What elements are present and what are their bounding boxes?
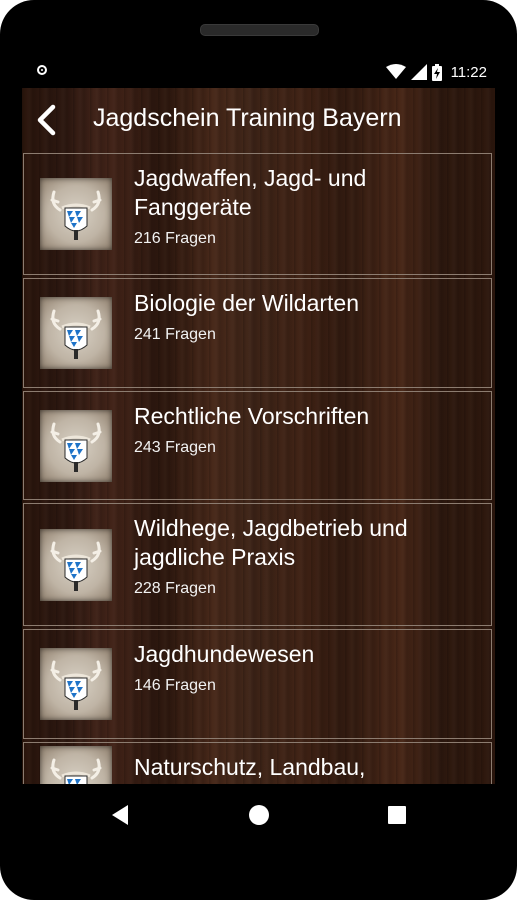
category-thumbnail xyxy=(40,648,112,720)
bavaria-crest-icon xyxy=(50,422,102,472)
category-item[interactable]: Naturschutz, Landbau, xyxy=(23,742,492,784)
category-text: Biologie der Wildarten 241 Fragen xyxy=(134,289,483,344)
category-item[interactable]: Wildhege, Jagdbetrieb und jagdliche Prax… xyxy=(23,503,492,626)
status-bar: 11:22 xyxy=(22,56,495,88)
phone-frame: 11:22 Jagdschein Training Bayern Jagdwaf… xyxy=(0,0,517,900)
category-count: 146 Fragen xyxy=(134,677,216,694)
category-text: Rechtliche Vorschriften 243 Fragen xyxy=(134,402,483,457)
nav-back-button[interactable] xyxy=(105,800,135,830)
bavaria-crest-icon xyxy=(50,309,102,359)
category-title: Jagdhundewesen xyxy=(134,641,315,667)
category-title: Rechtliche Vorschriften xyxy=(134,403,370,429)
wifi-icon xyxy=(385,64,406,79)
back-button[interactable] xyxy=(26,100,66,140)
category-count: 216 Fragen xyxy=(134,230,216,247)
category-count: 228 Fragen xyxy=(134,580,216,597)
phone-speaker xyxy=(200,24,319,36)
category-item[interactable]: Jagdwaffen, Jagd- und Fanggeräte 216 Frag… xyxy=(23,153,492,275)
category-thumbnail xyxy=(40,746,112,784)
back-triangle-icon xyxy=(112,805,128,825)
category-item[interactable]: Rechtliche Vorschriften 243 Fragen xyxy=(23,391,492,500)
battery-charging-icon xyxy=(431,63,442,81)
recents-square-icon xyxy=(388,806,406,824)
category-thumbnail xyxy=(40,297,112,369)
signal-icon xyxy=(410,64,427,80)
bavaria-crest-icon xyxy=(50,190,102,240)
category-list: Jagdwaffen, Jagd- und Fanggeräte 216 Frag… xyxy=(22,153,495,784)
category-thumbnail xyxy=(40,178,112,250)
page-title: Jagdschein Training Bayern xyxy=(93,104,402,132)
system-nav-bar xyxy=(0,784,517,846)
category-text: Naturschutz, Landbau, xyxy=(134,753,483,784)
nav-recents-button[interactable] xyxy=(382,800,412,830)
category-text: Jagdwaffen, Jagd- und Fanggeräte 216 Frag… xyxy=(134,164,483,248)
home-circle-icon xyxy=(249,805,269,825)
status-icons: 11:22 xyxy=(385,62,487,82)
chevron-left-icon xyxy=(37,104,56,136)
bavaria-crest-icon xyxy=(50,758,102,784)
app-bar: Jagdschein Training Bayern xyxy=(22,88,495,152)
category-text: Wildhege, Jagdbetrieb und jagdliche Prax… xyxy=(134,514,483,598)
wood-background: Jagdschein Training Bayern Jagdwaffen, J… xyxy=(22,88,495,784)
category-count: 241 Fragen xyxy=(134,326,216,343)
bavaria-crest-icon xyxy=(50,541,102,591)
nav-home-button[interactable] xyxy=(244,800,274,830)
category-item[interactable]: Biologie der Wildarten 241 Fragen xyxy=(23,278,492,388)
circle-notification-icon xyxy=(37,65,47,75)
category-item[interactable]: Jagdhundewesen 146 Fragen xyxy=(23,629,492,739)
category-title: Wildhege, Jagdbetrieb und jagdliche Prax… xyxy=(134,515,408,570)
category-thumbnail xyxy=(40,409,112,482)
category-title: Jagdwaffen, Jagd- und Fanggeräte xyxy=(134,165,367,220)
screen: 11:22 Jagdschein Training Bayern Jagdwaf… xyxy=(22,56,495,784)
category-title: Biologie der Wildarten xyxy=(134,290,360,316)
category-text: Jagdhundewesen 146 Fragen xyxy=(134,640,483,695)
category-thumbnail xyxy=(40,528,112,601)
category-count: 243 Fragen xyxy=(134,439,216,456)
status-time: 11:22 xyxy=(450,63,487,81)
category-title: Naturschutz, Landbau, xyxy=(134,754,366,780)
bavaria-crest-icon xyxy=(50,660,102,710)
